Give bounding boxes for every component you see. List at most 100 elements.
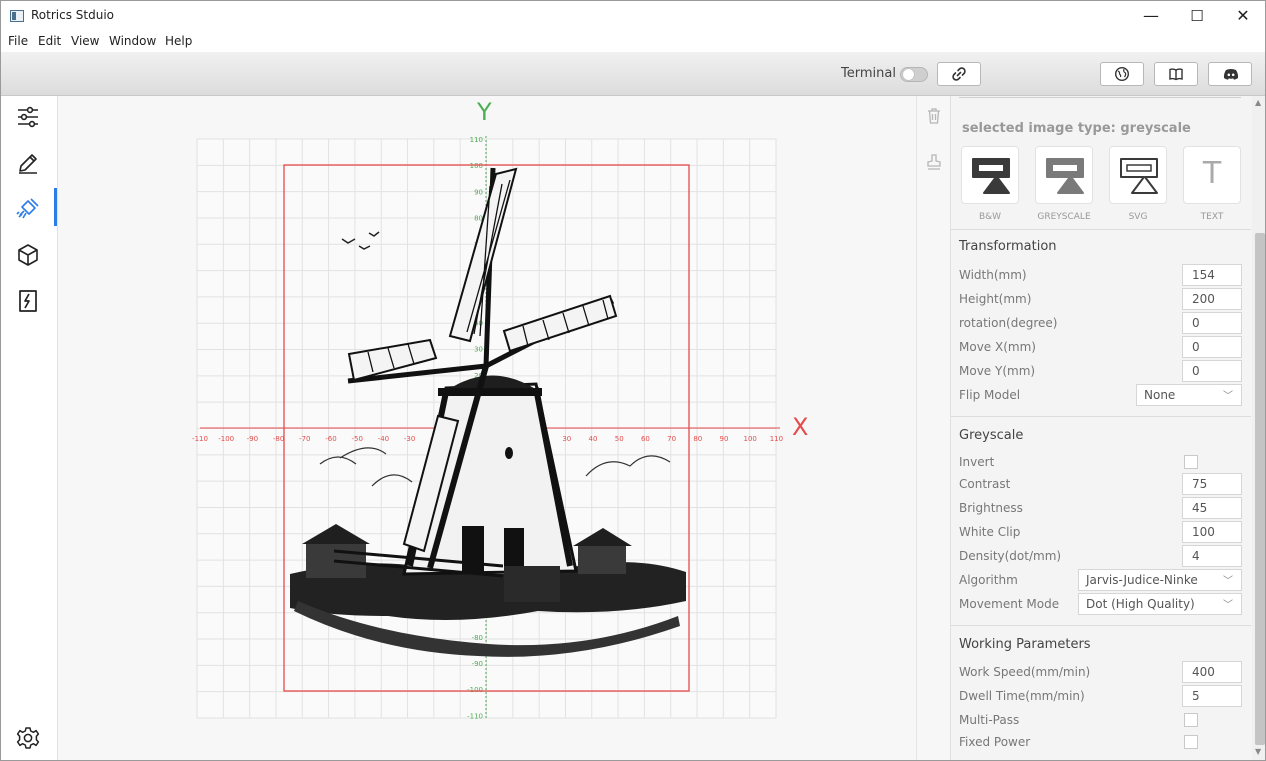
close-button[interactable]: ✕ <box>1220 1 1265 31</box>
density-input[interactable]: 4 <box>1182 545 1242 567</box>
title-bar: Rotrics Stduio — ☐ ✕ <box>1 1 1265 31</box>
width-label: Width(mm) <box>959 268 1027 282</box>
flip-model-label: Flip Model <box>959 388 1021 402</box>
terminal-label: Terminal <box>841 66 896 81</box>
app-icon <box>10 10 24 22</box>
scroll-down-arrow-icon[interactable]: ▼ <box>1255 747 1261 756</box>
y-tick-label: -80 <box>472 634 483 642</box>
menu-view[interactable]: View <box>71 34 99 48</box>
discord-icon <box>1223 69 1239 80</box>
y-tick-label: -100 <box>467 686 483 694</box>
terminal-toggle[interactable] <box>900 67 928 82</box>
move-y-input[interactable]: 0 <box>1182 360 1242 382</box>
invert-checkbox[interactable] <box>1184 455 1198 469</box>
multi-pass-checkbox[interactable] <box>1184 713 1198 727</box>
menu-file[interactable]: File <box>8 34 28 48</box>
y-tick-label: -110 <box>467 712 483 720</box>
transformation-title: Transformation <box>959 239 1057 254</box>
width-input[interactable]: 154 <box>1182 264 1242 286</box>
type-text-tile[interactable]: T <box>1183 146 1241 204</box>
density-label: Density(dot/mm) <box>959 549 1062 563</box>
type-svg-caption: SVG <box>1128 212 1148 222</box>
y-tick-label: -90 <box>472 660 483 668</box>
rotation-label: rotation(degree) <box>959 316 1058 330</box>
x-tick-label: 90 <box>720 435 729 443</box>
type-bw-caption: B&W <box>978 212 1002 222</box>
menu-edit[interactable]: Edit <box>38 34 61 48</box>
type-greyscale-tile[interactable] <box>1035 146 1093 204</box>
x-tick-label: 100 <box>744 435 757 443</box>
white-clip-input[interactable]: 100 <box>1182 521 1242 543</box>
type-greyscale-caption: GREYSCALE <box>1037 212 1091 222</box>
x-tick-label: 80 <box>693 435 702 443</box>
settings-sliders-icon[interactable] <box>15 104 41 130</box>
movement-mode-value: Dot (High Quality) <box>1086 597 1195 611</box>
height-input[interactable]: 200 <box>1182 288 1242 310</box>
canvas-drawing[interactable]: -110-100-90-80-70-60-50-40-30-20-1001020… <box>58 96 916 761</box>
chevron-down-icon: ﹀ <box>1223 576 1233 587</box>
top-toolbar: Terminal <box>1 52 1265 96</box>
y-tick-label: 90 <box>474 188 483 196</box>
y-tick-label: 110 <box>470 136 483 144</box>
x-tick-label: -90 <box>247 435 258 443</box>
menu-window[interactable]: Window <box>109 34 156 48</box>
x-tick-label: -100 <box>218 435 234 443</box>
minimize-button[interactable]: — <box>1128 1 1174 31</box>
movement-mode-label: Movement Mode <box>959 597 1060 611</box>
multi-pass-label: Multi-Pass <box>959 713 1020 727</box>
type-svg-tile[interactable] <box>1109 146 1167 204</box>
fixed-power-checkbox[interactable] <box>1184 735 1198 749</box>
scroll-up-arrow-icon[interactable]: ▲ <box>1255 98 1261 107</box>
movement-mode-select[interactable]: Dot (High Quality) ﹀ <box>1078 593 1242 615</box>
stamp-icon[interactable] <box>926 153 942 171</box>
move-x-input[interactable]: 0 <box>1182 336 1242 358</box>
x-tick-label: -60 <box>325 435 336 443</box>
contrast-input[interactable]: 75 <box>1182 473 1242 495</box>
code-bracket-icon[interactable] <box>15 288 41 314</box>
x-tick-label: -40 <box>378 435 389 443</box>
gear-icon[interactable] <box>15 725 41 751</box>
app-window: Rotrics Stduio — ☐ ✕ File Edit View Wind… <box>0 0 1266 761</box>
algorithm-value: Jarvis-Judice-Ninke <box>1086 573 1198 587</box>
connect-button[interactable] <box>937 62 981 86</box>
trash-icon[interactable] <box>926 107 942 125</box>
menu-bar: File Edit View Window Help <box>1 31 1265 52</box>
dwell-time-label: Dwell Time(mm/min) <box>959 689 1085 703</box>
chevron-down-icon: ﹀ <box>1223 391 1233 402</box>
flip-model-select[interactable]: None ﹀ <box>1136 384 1242 406</box>
section-divider <box>951 625 1251 626</box>
algorithm-select[interactable]: Jarvis-Judice-Ninke ﹀ <box>1078 569 1242 591</box>
y-axis-label: Y <box>476 98 492 126</box>
brightness-input[interactable]: 45 <box>1182 497 1242 519</box>
work-speed-input[interactable]: 400 <box>1182 661 1242 683</box>
x-tick-label: 110 <box>770 435 783 443</box>
flip-model-value: None <box>1144 388 1176 402</box>
dwell-time-input[interactable]: 5 <box>1182 685 1242 707</box>
invert-label: Invert <box>959 455 995 469</box>
bw-logo-icon <box>972 158 1010 194</box>
menu-help[interactable]: Help <box>165 34 192 48</box>
scroll-thumb[interactable] <box>1255 233 1265 745</box>
contrast-label: Contrast <box>959 477 1011 491</box>
type-bw-tile[interactable] <box>961 146 1019 204</box>
x-axis-label: X <box>792 413 808 441</box>
community-button[interactable] <box>1208 62 1252 86</box>
language-button[interactable] <box>1100 62 1144 86</box>
x-tick-label: -30 <box>404 435 415 443</box>
workspace-canvas[interactable]: -110-100-90-80-70-60-50-40-30-20-1001020… <box>58 96 916 761</box>
window-title: Rotrics Stduio <box>31 8 114 22</box>
panel-top-edge <box>959 97 1241 98</box>
laser-icon[interactable] <box>15 196 41 222</box>
cube-icon[interactable] <box>15 242 41 268</box>
maximize-button[interactable]: ☐ <box>1174 1 1220 31</box>
fixed-power-label: Fixed Power <box>959 735 1031 749</box>
working-parameters-title: Working Parameters <box>959 637 1091 652</box>
rotation-input[interactable]: 0 <box>1182 312 1242 334</box>
greyscale-logo-icon <box>1046 158 1084 194</box>
pen-icon[interactable] <box>15 150 41 176</box>
x-tick-label: 40 <box>589 435 598 443</box>
section-divider <box>951 416 1251 417</box>
panel-scrollbar[interactable]: ▲ ▼ <box>1252 96 1265 760</box>
brightness-label: Brightness <box>959 501 1023 515</box>
docs-button[interactable] <box>1154 62 1198 86</box>
